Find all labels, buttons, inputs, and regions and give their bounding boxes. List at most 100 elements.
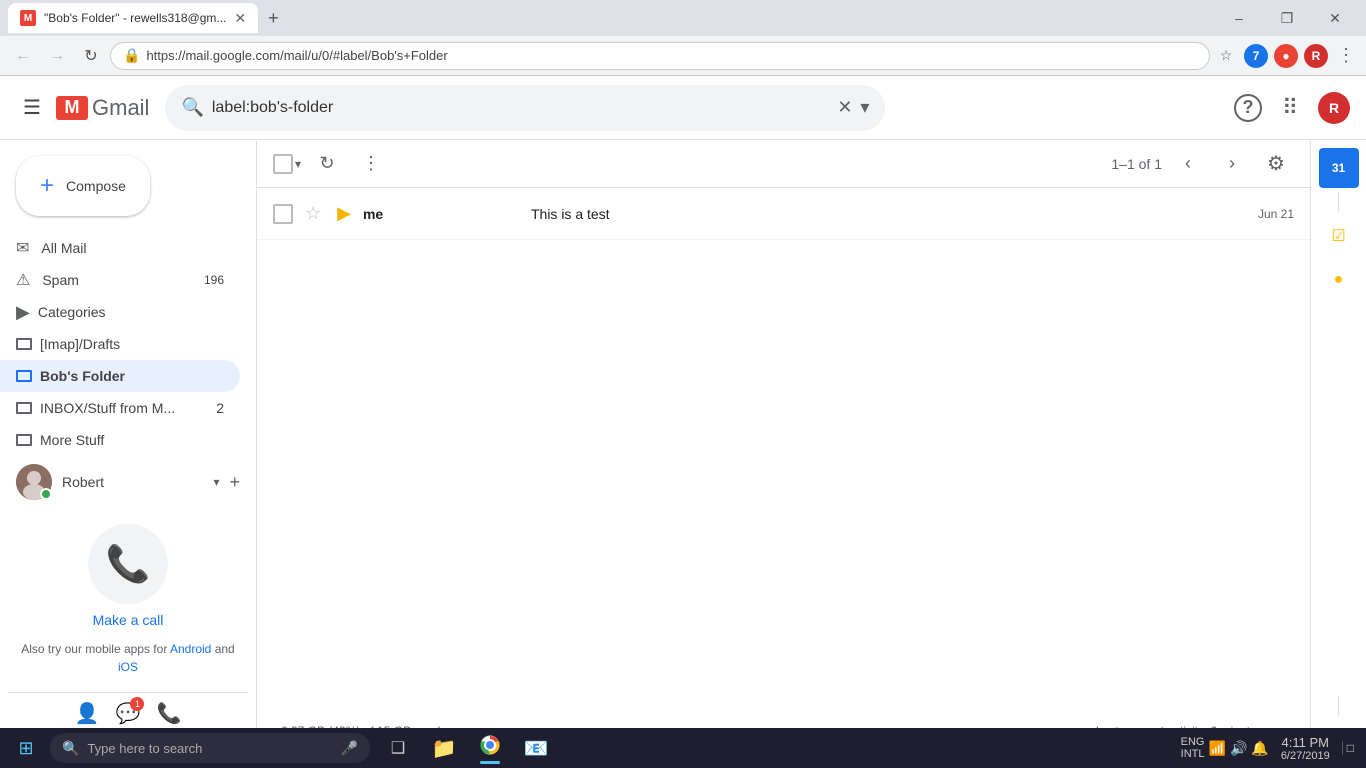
more-stuff-label: More Stuff <box>40 432 104 448</box>
email-checkbox[interactable] <box>273 204 293 224</box>
chat-icon[interactable]: 💬 1 <box>116 701 141 726</box>
gmail-app: ☰ M Gmail 🔍 ✕ ▾ ? ⠿ R + Compose ✉ <box>0 76 1366 768</box>
table-row[interactable]: ☆ ▶ me This is a test Jun 21 <box>257 188 1310 240</box>
taskbar-task-view[interactable]: ❑ <box>376 730 420 766</box>
select-all-container: ▾ <box>273 154 301 174</box>
notification-icon[interactable]: 🔔 <box>1251 740 1268 757</box>
apps-button[interactable]: ⠿ <box>1270 88 1310 128</box>
taskbar-search-placeholder: Type here to search <box>87 741 202 756</box>
clock-time: 4:11 PM <box>1281 735 1330 750</box>
chat-badge: 1 <box>130 697 144 711</box>
keyboard-layout-icon[interactable]: ENG INTL <box>1181 736 1205 760</box>
taskbar-outlook[interactable]: 📧 <box>514 730 558 766</box>
maximize-button[interactable]: ❐ <box>1264 0 1310 36</box>
calendar-icon[interactable]: 31 <box>1319 148 1359 188</box>
android-link[interactable]: Android <box>170 642 211 656</box>
network-icon[interactable]: 📶 <box>1209 740 1226 757</box>
gmail-m-icon: M <box>56 96 88 120</box>
bobs-folder-label: Bob's Folder <box>40 368 125 384</box>
user-add-icon[interactable]: + <box>229 472 240 493</box>
pagination-text: 1–1 of 1 <box>1111 156 1162 172</box>
show-desktop-icon[interactable]: □ <box>1342 741 1354 755</box>
sidebar-user[interactable]: Robert ▾ + <box>0 456 256 508</box>
all-mail-label: All Mail <box>41 240 224 256</box>
user-avatar-container <box>16 464 52 500</box>
sidebar-item-inbox-stuff[interactable]: INBOX/Stuff from M... 2 <box>0 392 240 424</box>
star-icon[interactable]: ☆ <box>305 203 321 224</box>
help-button[interactable]: ? <box>1234 94 1262 122</box>
mobile-apps-text: Also try our mobile apps for Android and… <box>16 640 240 676</box>
more-stuff-folder-icon <box>16 434 32 446</box>
bookmark-star-icon[interactable]: ☆ <box>1214 44 1238 68</box>
user-avatar-button[interactable]: R <box>1318 92 1350 124</box>
also-try-text: Also try our mobile apps for <box>21 642 167 656</box>
more-actions-button[interactable]: ⋮ <box>353 146 389 182</box>
menu-icon[interactable]: ☰ <box>16 92 48 124</box>
forward-button[interactable]: → <box>42 41 72 71</box>
contacts-icon[interactable]: 👤 <box>75 701 100 726</box>
tab-favicon: M <box>20 10 36 26</box>
search-input[interactable] <box>212 99 829 117</box>
bobs-folder-icon <box>16 370 32 382</box>
settings-button[interactable]: ⚙ <box>1258 146 1294 182</box>
new-tab-button[interactable]: + <box>262 8 285 29</box>
taskbar-clock[interactable]: 4:11 PM 6/27/2019 <box>1273 735 1338 762</box>
sidebar-item-spam[interactable]: ⚠ Spam 196 <box>0 264 240 296</box>
keep-icon[interactable]: ● <box>1319 260 1359 300</box>
phone-icon-bottom[interactable]: 📞 <box>156 701 181 726</box>
sidebar-item-bobs-folder[interactable]: Bob's Folder <box>0 360 240 392</box>
start-button[interactable]: ⊞ <box>4 730 48 766</box>
search-options-icon[interactable]: ▾ <box>860 97 869 118</box>
extension-1-icon[interactable]: 7 <box>1244 44 1268 68</box>
make-call-link[interactable]: Make a call <box>16 612 240 628</box>
taskbar-search-bar[interactable]: 🔍 Type here to search 🎤 <box>50 733 370 763</box>
search-icon: 🔍 <box>181 97 203 118</box>
sidebar-item-all-mail[interactable]: ✉ All Mail <box>0 232 240 264</box>
taskbar-file-explorer[interactable]: 📁 <box>422 730 466 766</box>
tab-close-button[interactable]: ✕ <box>234 10 246 27</box>
imap-drafts-folder-icon <box>16 338 32 350</box>
email-date: Jun 21 <box>1258 207 1294 221</box>
close-button[interactable]: ✕ <box>1312 0 1358 36</box>
taskbar-search-icon: 🔍 <box>62 740 79 757</box>
tab-title: "Bob's Folder" - rewells318@gm... <box>44 11 226 25</box>
more-options-icon[interactable]: ⋮ <box>1334 44 1358 68</box>
ios-link[interactable]: iOS <box>118 660 138 674</box>
address-bar[interactable]: 🔒 https://mail.google.com/mail/u/0/#labe… <box>110 42 1210 70</box>
prev-page-button[interactable]: ‹ <box>1170 146 1206 182</box>
imap-drafts-label: [Imap]/Drafts <box>40 336 120 352</box>
taskbar-chrome[interactable] <box>468 730 512 766</box>
select-dropdown-icon[interactable]: ▾ <box>295 157 301 171</box>
start-icon: ⊞ <box>18 738 33 759</box>
gmail-header: ☰ M Gmail 🔍 ✕ ▾ ? ⠿ R <box>0 76 1366 140</box>
refresh-button[interactable]: ↻ <box>309 146 345 182</box>
minimize-button[interactable]: – <box>1216 0 1262 36</box>
search-bar[interactable]: 🔍 ✕ ▾ <box>165 85 885 131</box>
back-button[interactable]: ← <box>8 41 38 71</box>
header-actions: ? ⠿ R <box>1234 88 1350 128</box>
next-page-button[interactable]: › <box>1214 146 1250 182</box>
all-mail-icon: ✉ <box>16 238 29 258</box>
gmail-body: + Compose ✉ All Mail ⚠ Spam 196 ▶ Catego… <box>0 140 1366 768</box>
search-clear-icon[interactable]: ✕ <box>837 97 852 118</box>
taskbar-mic-icon[interactable]: 🎤 <box>341 740 358 757</box>
browser-tab[interactable]: M "Bob's Folder" - rewells318@gm... ✕ <box>8 3 258 33</box>
reload-button[interactable]: ↻ <box>76 41 106 71</box>
sidebar-item-more-stuff[interactable]: More Stuff <box>0 424 240 456</box>
compose-button[interactable]: + Compose <box>16 156 150 216</box>
extension-2-icon[interactable]: ● <box>1274 44 1298 68</box>
pagination: 1–1 of 1 ‹ › <box>1111 146 1250 182</box>
spam-icon: ⚠ <box>16 270 30 290</box>
compose-label: Compose <box>66 178 126 194</box>
inbox-stuff-count: 2 <box>216 400 224 416</box>
phone-icon: 📞 <box>106 543 151 585</box>
sidebar-item-imap-drafts[interactable]: [Imap]/Drafts <box>0 328 240 360</box>
and-text: and <box>215 642 235 656</box>
call-icon-container: 📞 <box>88 524 168 604</box>
sidebar-item-categories[interactable]: ▶ Categories <box>0 296 240 328</box>
select-all-checkbox[interactable] <box>273 154 293 174</box>
spam-count: 196 <box>204 273 224 287</box>
volume-icon[interactable]: 🔊 <box>1230 740 1247 757</box>
tasks-icon[interactable]: ☑ <box>1319 216 1359 256</box>
user-profile-icon[interactable]: R <box>1304 44 1328 68</box>
